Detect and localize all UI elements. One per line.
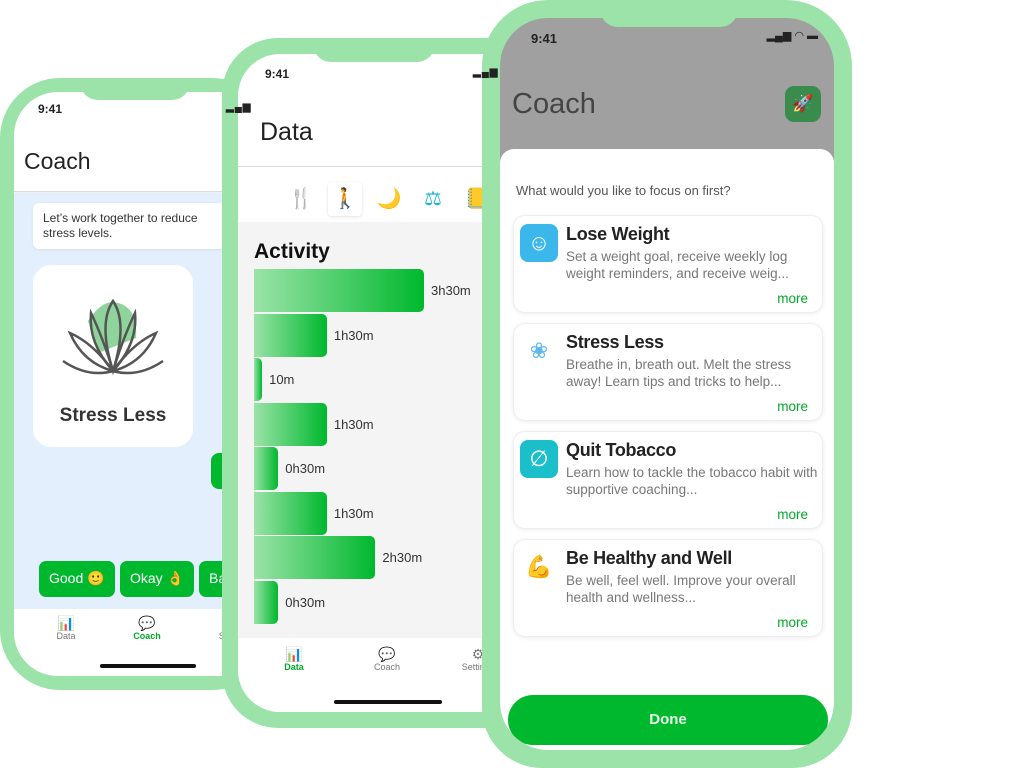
sleep-icon[interactable]: 🌙 xyxy=(372,182,406,216)
chart-icon: 📊 xyxy=(57,615,75,631)
bar-value-label: 0h30m xyxy=(285,594,326,610)
goal-card-lose-weight[interactable]: ☺ Lose Weight Set a weight goal, receive w… xyxy=(513,215,823,313)
bar-value-label: 1h30m xyxy=(333,416,374,432)
be-healthy-icon: 💪 xyxy=(520,548,558,586)
chat-icon: 💬 xyxy=(138,615,156,631)
activity-bar[interactable] xyxy=(254,447,279,490)
divider xyxy=(238,166,512,167)
bar-value-label: 0h30m xyxy=(285,461,326,476)
bar-value-label: 10m xyxy=(269,372,295,387)
done-button[interactable]: Done xyxy=(508,695,828,745)
scale-icon[interactable]: ⚖ xyxy=(416,182,450,216)
chat-icon: 💬 xyxy=(378,646,396,662)
tab-data[interactable]: 📊 Data xyxy=(274,646,314,672)
tab-coach[interactable]: 💬 Coach xyxy=(127,615,167,641)
status-time: 9:41 xyxy=(38,102,63,116)
notch xyxy=(313,38,435,62)
more-link[interactable]: more xyxy=(777,507,808,522)
more-link[interactable]: more xyxy=(777,291,808,306)
bar-value-label: 1h30m xyxy=(333,505,374,521)
activity-bar[interactable] xyxy=(254,358,263,401)
tab-coach[interactable]: 💬 Coach xyxy=(366,646,408,672)
more-link[interactable]: more xyxy=(777,615,808,630)
status-time: 9:41 xyxy=(265,67,290,81)
section-title: Activity xyxy=(254,240,330,263)
reply-good-button[interactable]: Good 🙂 xyxy=(39,561,115,597)
goal-card-be-healthy[interactable]: 💪 Be Healthy and Well Be well, feel well. … xyxy=(513,539,823,637)
focus-sheet: What would you like to focus on first? ☺… xyxy=(500,149,834,750)
status-icons: ▂▄▆ ◠ ▬ xyxy=(766,30,818,42)
bar-value-label: 3h30m xyxy=(431,283,471,298)
tab-data[interactable]: 📊 Data xyxy=(46,615,86,641)
chart-icon: 📊 xyxy=(285,646,303,662)
coach-message: Let’s work together to reduce stress lev… xyxy=(33,203,225,249)
goal-picker-screen: 9:41 ▂▄▆ ◠ ▬ Coach 🚀 What would you like… xyxy=(500,18,834,750)
rocket-icon[interactable]: 🚀 xyxy=(785,86,821,122)
reply-okay-button[interactable]: Okay 👌 xyxy=(120,561,194,597)
tab-label: Data xyxy=(284,662,304,672)
goal-picker-phone: 9:41 ▂▄▆ ◠ ▬ Coach 🚀 What would you like… xyxy=(482,0,852,768)
status-time: 9:41 xyxy=(531,31,558,46)
category-tabs: 🍴 🚶 🌙 ⚖ 📒 xyxy=(238,176,512,222)
activity-bar[interactable] xyxy=(254,536,376,579)
card-label: Stress Less xyxy=(59,405,167,426)
goal-description: Set a weight goal, receive weekly log we… xyxy=(566,249,789,281)
quit-tobacco-icon: ∅ xyxy=(520,440,558,478)
home-indicator xyxy=(334,700,442,704)
stress-less-icon: ❀ xyxy=(520,332,558,370)
activity-bar[interactable] xyxy=(254,269,424,312)
goal-title: Stress Less xyxy=(566,332,664,352)
walking-icon[interactable]: 🚶 xyxy=(328,182,362,216)
activity-panel: Activity 3h30m 1h30m 10m 1h30m 0h30m 1h30m 2h3… xyxy=(238,222,512,638)
page-title: Coach xyxy=(512,88,596,120)
signal-icon: ▂▄▆ xyxy=(226,102,252,113)
lotus-icon xyxy=(62,298,164,376)
notch xyxy=(80,78,190,100)
page-title: Data xyxy=(260,118,313,146)
lose-weight-icon: ☺ xyxy=(520,224,558,262)
more-link[interactable]: more xyxy=(777,399,808,414)
goal-description: Breathe in, breath out. Melt the stress … xyxy=(566,357,792,389)
bar-value-label: 2h30m xyxy=(382,550,423,565)
goal-description: Learn how to tackle the tobacco habit wi… xyxy=(566,465,818,497)
goal-card-stress-less[interactable]: ❀ Stress Less Breathe in, breath out. Melt… xyxy=(513,323,823,421)
activity-bar[interactable] xyxy=(254,491,327,535)
goal-title: Lose Weight xyxy=(566,224,670,244)
tab-label: Coach xyxy=(373,662,400,672)
data-phone: 9:41 ▂▄▆ Data 🍴 🚶 🌙 ⚖ 📒 Activity 3h30m 1h… xyxy=(222,38,512,728)
tab-label: Coach xyxy=(133,631,161,641)
stress-less-card[interactable]: Stress Less xyxy=(33,265,193,447)
tab-label: Data xyxy=(56,631,76,641)
home-indicator xyxy=(100,664,196,668)
signal-icon: ▂▄▆ xyxy=(473,67,499,78)
sheet-question: What would you like to focus on first? xyxy=(516,183,731,198)
goal-description: Be well, feel well. Improve your overall… xyxy=(566,573,796,605)
notch xyxy=(600,0,738,27)
food-icon[interactable]: 🍴 xyxy=(284,182,318,216)
activity-bar[interactable] xyxy=(254,580,279,624)
bar-value-label: 1h30m xyxy=(333,327,374,343)
goal-title: Quit Tobacco xyxy=(566,440,677,460)
page-title: Coach xyxy=(24,148,91,174)
goal-card-quit-tobacco[interactable]: ∅ Quit Tobacco Learn how to tackle the tob… xyxy=(513,431,823,529)
tab-bar: 📊 Data 💬 Coach ⚙ Settings xyxy=(238,638,512,712)
activity-bar[interactable] xyxy=(254,313,327,357)
goal-title: Be Healthy and Well xyxy=(566,548,733,568)
activity-bar[interactable] xyxy=(254,402,327,446)
data-screen: 9:41 ▂▄▆ Data 🍴 🚶 🌙 ⚖ 📒 Activity 3h30m 1h… xyxy=(238,54,512,712)
